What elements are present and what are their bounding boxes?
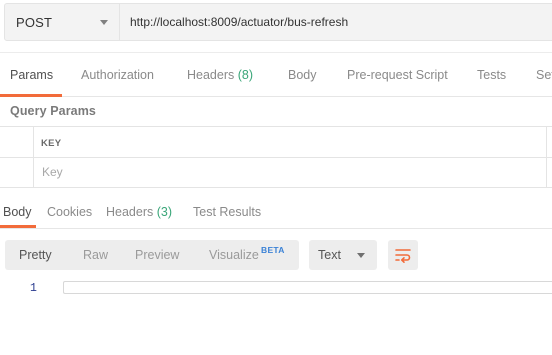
active-tab-indicator <box>0 94 62 97</box>
tab-tests[interactable]: Tests <box>477 68 506 82</box>
beta-badge: BETA <box>261 245 285 255</box>
tab-response-headers[interactable]: Headers (3) <box>106 205 172 219</box>
tab-response-headers-label: Headers <box>106 205 154 219</box>
tab-cookies-label: Cookies <box>47 205 93 219</box>
active-tab-indicator <box>0 225 36 228</box>
response-view-mode: Pretty Raw Preview Visualize BETA <box>5 240 299 270</box>
tab-body[interactable]: Body <box>288 68 317 82</box>
tab-params-label: Params <box>10 68 54 82</box>
param-key-input[interactable] <box>34 159 544 185</box>
url-input[interactable] <box>120 3 552 41</box>
request-bar: POST <box>0 0 552 52</box>
response-body-editor[interactable] <box>63 281 552 294</box>
tab-response-headers-count: (3) <box>156 205 173 219</box>
tab-test-results-label: Test Results <box>193 205 262 219</box>
tab-headers-label: Headers <box>187 68 235 82</box>
wrap-lines-icon <box>395 249 411 264</box>
query-params-table: KEY <box>0 126 552 188</box>
table-divider <box>0 157 552 158</box>
tab-pre-request-script-label: Pre-request Script <box>347 68 448 82</box>
tab-pre-request-script[interactable]: Pre-request Script <box>347 68 448 82</box>
request-tabs: Params Authorization Headers (8) Body Pr… <box>0 52 552 97</box>
line-number: 1 <box>30 282 37 295</box>
response-tabs: Body Cookies Headers (3) Test Results <box>0 189 552 229</box>
http-method-select[interactable]: POST <box>4 3 120 41</box>
tab-response-body-label: Body <box>3 205 32 219</box>
visualize-button[interactable]: Visualize <box>209 248 259 262</box>
tab-test-results[interactable]: Test Results <box>193 205 261 219</box>
tab-authorization-label: Authorization <box>81 68 154 82</box>
tab-cookies[interactable]: Cookies <box>47 205 92 219</box>
tab-settings-label: Set <box>536 68 552 82</box>
tab-headers[interactable]: Headers (8) <box>187 68 253 82</box>
postman-request-window: POST Params Authorization Headers (8) Bo… <box>0 0 552 355</box>
chevron-down-icon <box>357 253 365 258</box>
tab-settings[interactable]: Set <box>536 68 552 82</box>
preview-button[interactable]: Preview <box>135 248 179 262</box>
tab-tests-label: Tests <box>477 68 507 82</box>
http-method-label: POST <box>16 15 53 30</box>
query-params-title: Query Params <box>10 104 96 118</box>
tab-response-body[interactable]: Body <box>3 205 32 219</box>
wrap-lines-button[interactable] <box>388 240 418 270</box>
response-format-select[interactable]: Text <box>309 240 377 270</box>
pretty-button[interactable]: Pretty <box>19 248 52 262</box>
tab-params[interactable]: Params <box>10 68 53 82</box>
key-column-header: KEY <box>41 138 62 149</box>
tab-body-label: Body <box>288 68 317 82</box>
raw-button[interactable]: Raw <box>83 248 108 262</box>
tab-headers-count: (8) <box>237 68 254 82</box>
tab-authorization[interactable]: Authorization <box>81 68 154 82</box>
chevron-down-icon <box>100 20 108 25</box>
response-format-label: Text <box>318 248 341 262</box>
